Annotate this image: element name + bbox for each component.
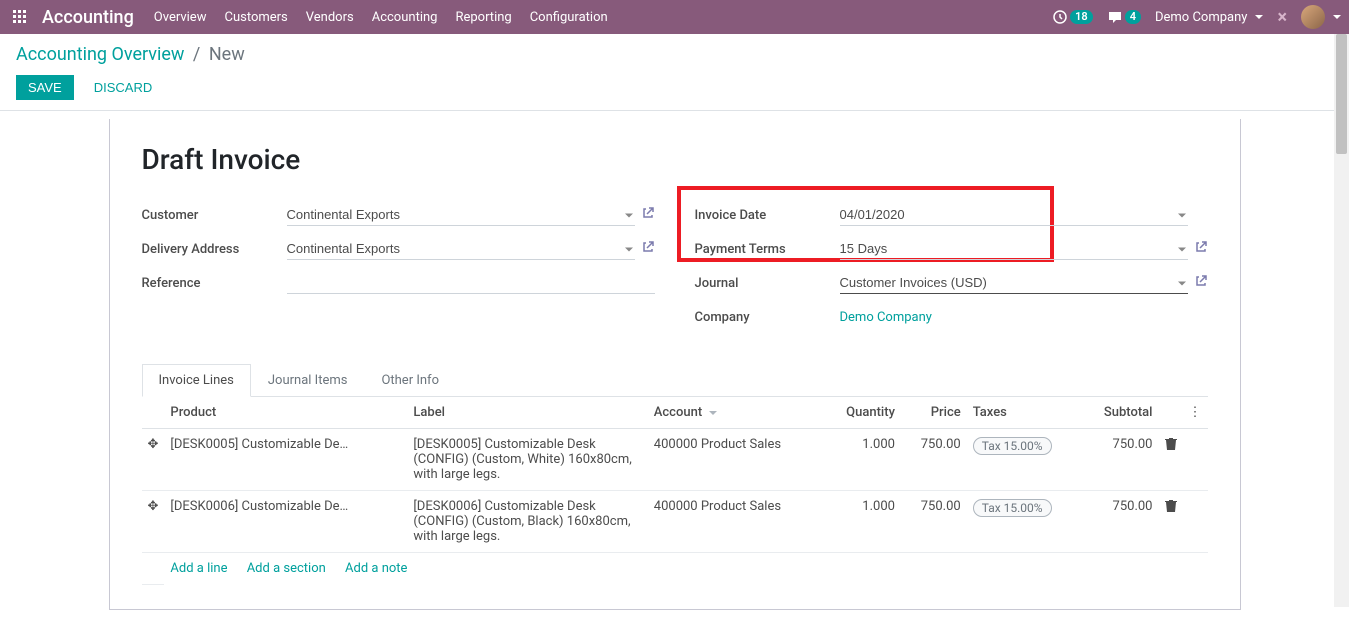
company-selector[interactable]: Demo Company xyxy=(1155,10,1263,25)
col-account[interactable]: Account xyxy=(648,397,824,429)
nav-right: 18 4 Demo Company × xyxy=(1052,5,1341,29)
save-button[interactable]: Save xyxy=(16,75,74,100)
external-link-icon[interactable] xyxy=(1194,240,1208,258)
discard-button[interactable]: Discard xyxy=(82,75,165,100)
cell-subtotal: 750.00 xyxy=(1082,491,1159,553)
col-quantity: Quantity xyxy=(824,397,901,429)
nav-menu: Overview Customers Vendors Accounting Re… xyxy=(154,10,608,25)
add-note-link[interactable]: Add a note xyxy=(345,561,407,576)
nav-overview[interactable]: Overview xyxy=(154,10,207,25)
form-sheet: Draft Invoice Customer Delivery Address xyxy=(109,119,1241,610)
journal-label: Journal xyxy=(695,276,840,291)
cell-account[interactable]: 400000 Product Sales xyxy=(648,429,824,491)
nav-configuration[interactable]: Configuration xyxy=(530,10,608,25)
control-buttons: Save Discard xyxy=(16,75,1333,110)
col-product: Product xyxy=(164,397,407,429)
user-menu-caret[interactable] xyxy=(1329,10,1341,25)
timer-icon[interactable]: 18 xyxy=(1052,9,1093,25)
reference-field[interactable] xyxy=(287,272,655,294)
customer-label: Customer xyxy=(142,208,287,223)
delivery-field[interactable] xyxy=(287,238,635,260)
col-label: Label xyxy=(407,397,647,429)
apps-icon[interactable] xyxy=(8,5,32,29)
invoice-date-label: Invoice Date xyxy=(695,208,840,223)
cell-label[interactable]: [DESK0005] Customizable Desk (CONFIG) (C… xyxy=(407,429,647,491)
avatar[interactable] xyxy=(1301,5,1325,29)
breadcrumb: Accounting Overview / New xyxy=(16,44,1333,65)
payment-terms-label: Payment Terms xyxy=(695,242,840,257)
drag-handle-icon[interactable]: ✥ xyxy=(142,429,165,491)
scrollbar[interactable] xyxy=(1334,34,1349,607)
form-view: Draft Invoice Customer Delivery Address xyxy=(0,111,1349,618)
tax-tag[interactable]: Tax 15.00% xyxy=(973,499,1052,517)
add-section-link[interactable]: Add a section xyxy=(247,561,326,576)
delivery-label: Delivery Address xyxy=(142,242,287,257)
kebab-icon[interactable]: ⋮ xyxy=(1189,405,1202,420)
main-navbar: Accounting Overview Customers Vendors Ac… xyxy=(0,0,1349,34)
breadcrumb-current: New xyxy=(209,44,245,65)
sort-caret-icon xyxy=(705,405,717,420)
tab-other-info[interactable]: Other Info xyxy=(364,364,456,397)
close-icon[interactable]: × xyxy=(1277,7,1287,28)
reference-label: Reference xyxy=(142,276,287,291)
col-subtotal: Subtotal xyxy=(1082,397,1159,429)
company-link[interactable]: Demo Company xyxy=(840,310,932,325)
invoice-lines-table: Product Label Account Quantity Price Tax… xyxy=(142,397,1208,585)
journal-field[interactable] xyxy=(840,272,1188,294)
form-fields: Customer Delivery Address xyxy=(142,200,1208,336)
table-row[interactable]: ✥ [DESK0005] Customizable Des... [DESK00… xyxy=(142,429,1208,491)
cell-product[interactable]: [DESK0005] Customizable Des... xyxy=(170,437,350,452)
chat-badge: 4 xyxy=(1125,10,1141,24)
col-taxes: Taxes xyxy=(967,397,1082,429)
nav-reporting[interactable]: Reporting xyxy=(455,10,511,25)
timer-badge: 18 xyxy=(1070,10,1093,24)
company-label: Company xyxy=(695,310,840,325)
cell-quantity[interactable]: 1.000 xyxy=(824,429,901,491)
tab-invoice-lines[interactable]: Invoice Lines xyxy=(142,364,251,397)
cell-label[interactable]: [DESK0006] Customizable Desk (CONFIG) (C… xyxy=(407,491,647,553)
nav-customers[interactable]: Customers xyxy=(224,10,287,25)
app-brand[interactable]: Accounting xyxy=(42,7,134,28)
right-column: Invoice Date Payment Terms xyxy=(695,200,1208,336)
drag-handle-icon[interactable]: ✥ xyxy=(142,491,165,553)
scrollbar-thumb[interactable] xyxy=(1336,34,1347,154)
delete-row-icon[interactable] xyxy=(1159,429,1183,491)
col-price: Price xyxy=(901,397,967,429)
tabs: Invoice Lines Journal Items Other Info xyxy=(142,364,1208,397)
cell-product[interactable]: [DESK0006] Customizable Des... xyxy=(170,499,350,514)
invoice-date-field[interactable] xyxy=(840,204,1188,226)
breadcrumb-parent[interactable]: Accounting Overview xyxy=(16,44,184,65)
external-link-icon[interactable] xyxy=(641,206,655,224)
add-line-link[interactable]: Add a line xyxy=(170,561,227,576)
table-row[interactable]: ✥ [DESK0006] Customizable Des... [DESK00… xyxy=(142,491,1208,553)
cell-subtotal: 750.00 xyxy=(1082,429,1159,491)
cell-account[interactable]: 400000 Product Sales xyxy=(648,491,824,553)
payment-terms-field[interactable] xyxy=(840,238,1188,260)
cell-price[interactable]: 750.00 xyxy=(901,429,967,491)
cell-quantity[interactable]: 1.000 xyxy=(824,491,901,553)
page-title: Draft Invoice xyxy=(142,143,1208,176)
external-link-icon[interactable] xyxy=(1194,274,1208,292)
cell-price[interactable]: 750.00 xyxy=(901,491,967,553)
control-panel: Accounting Overview / New Save Discard xyxy=(0,34,1349,111)
customer-field[interactable] xyxy=(287,204,635,226)
nav-vendors[interactable]: Vendors xyxy=(306,10,354,25)
external-link-icon[interactable] xyxy=(641,240,655,258)
tab-journal-items[interactable]: Journal Items xyxy=(251,364,365,397)
delete-row-icon[interactable] xyxy=(1159,491,1183,553)
left-column: Customer Delivery Address xyxy=(142,200,655,336)
chat-icon[interactable]: 4 xyxy=(1107,9,1141,25)
nav-accounting[interactable]: Accounting xyxy=(372,10,438,25)
tax-tag[interactable]: Tax 15.00% xyxy=(973,437,1052,455)
